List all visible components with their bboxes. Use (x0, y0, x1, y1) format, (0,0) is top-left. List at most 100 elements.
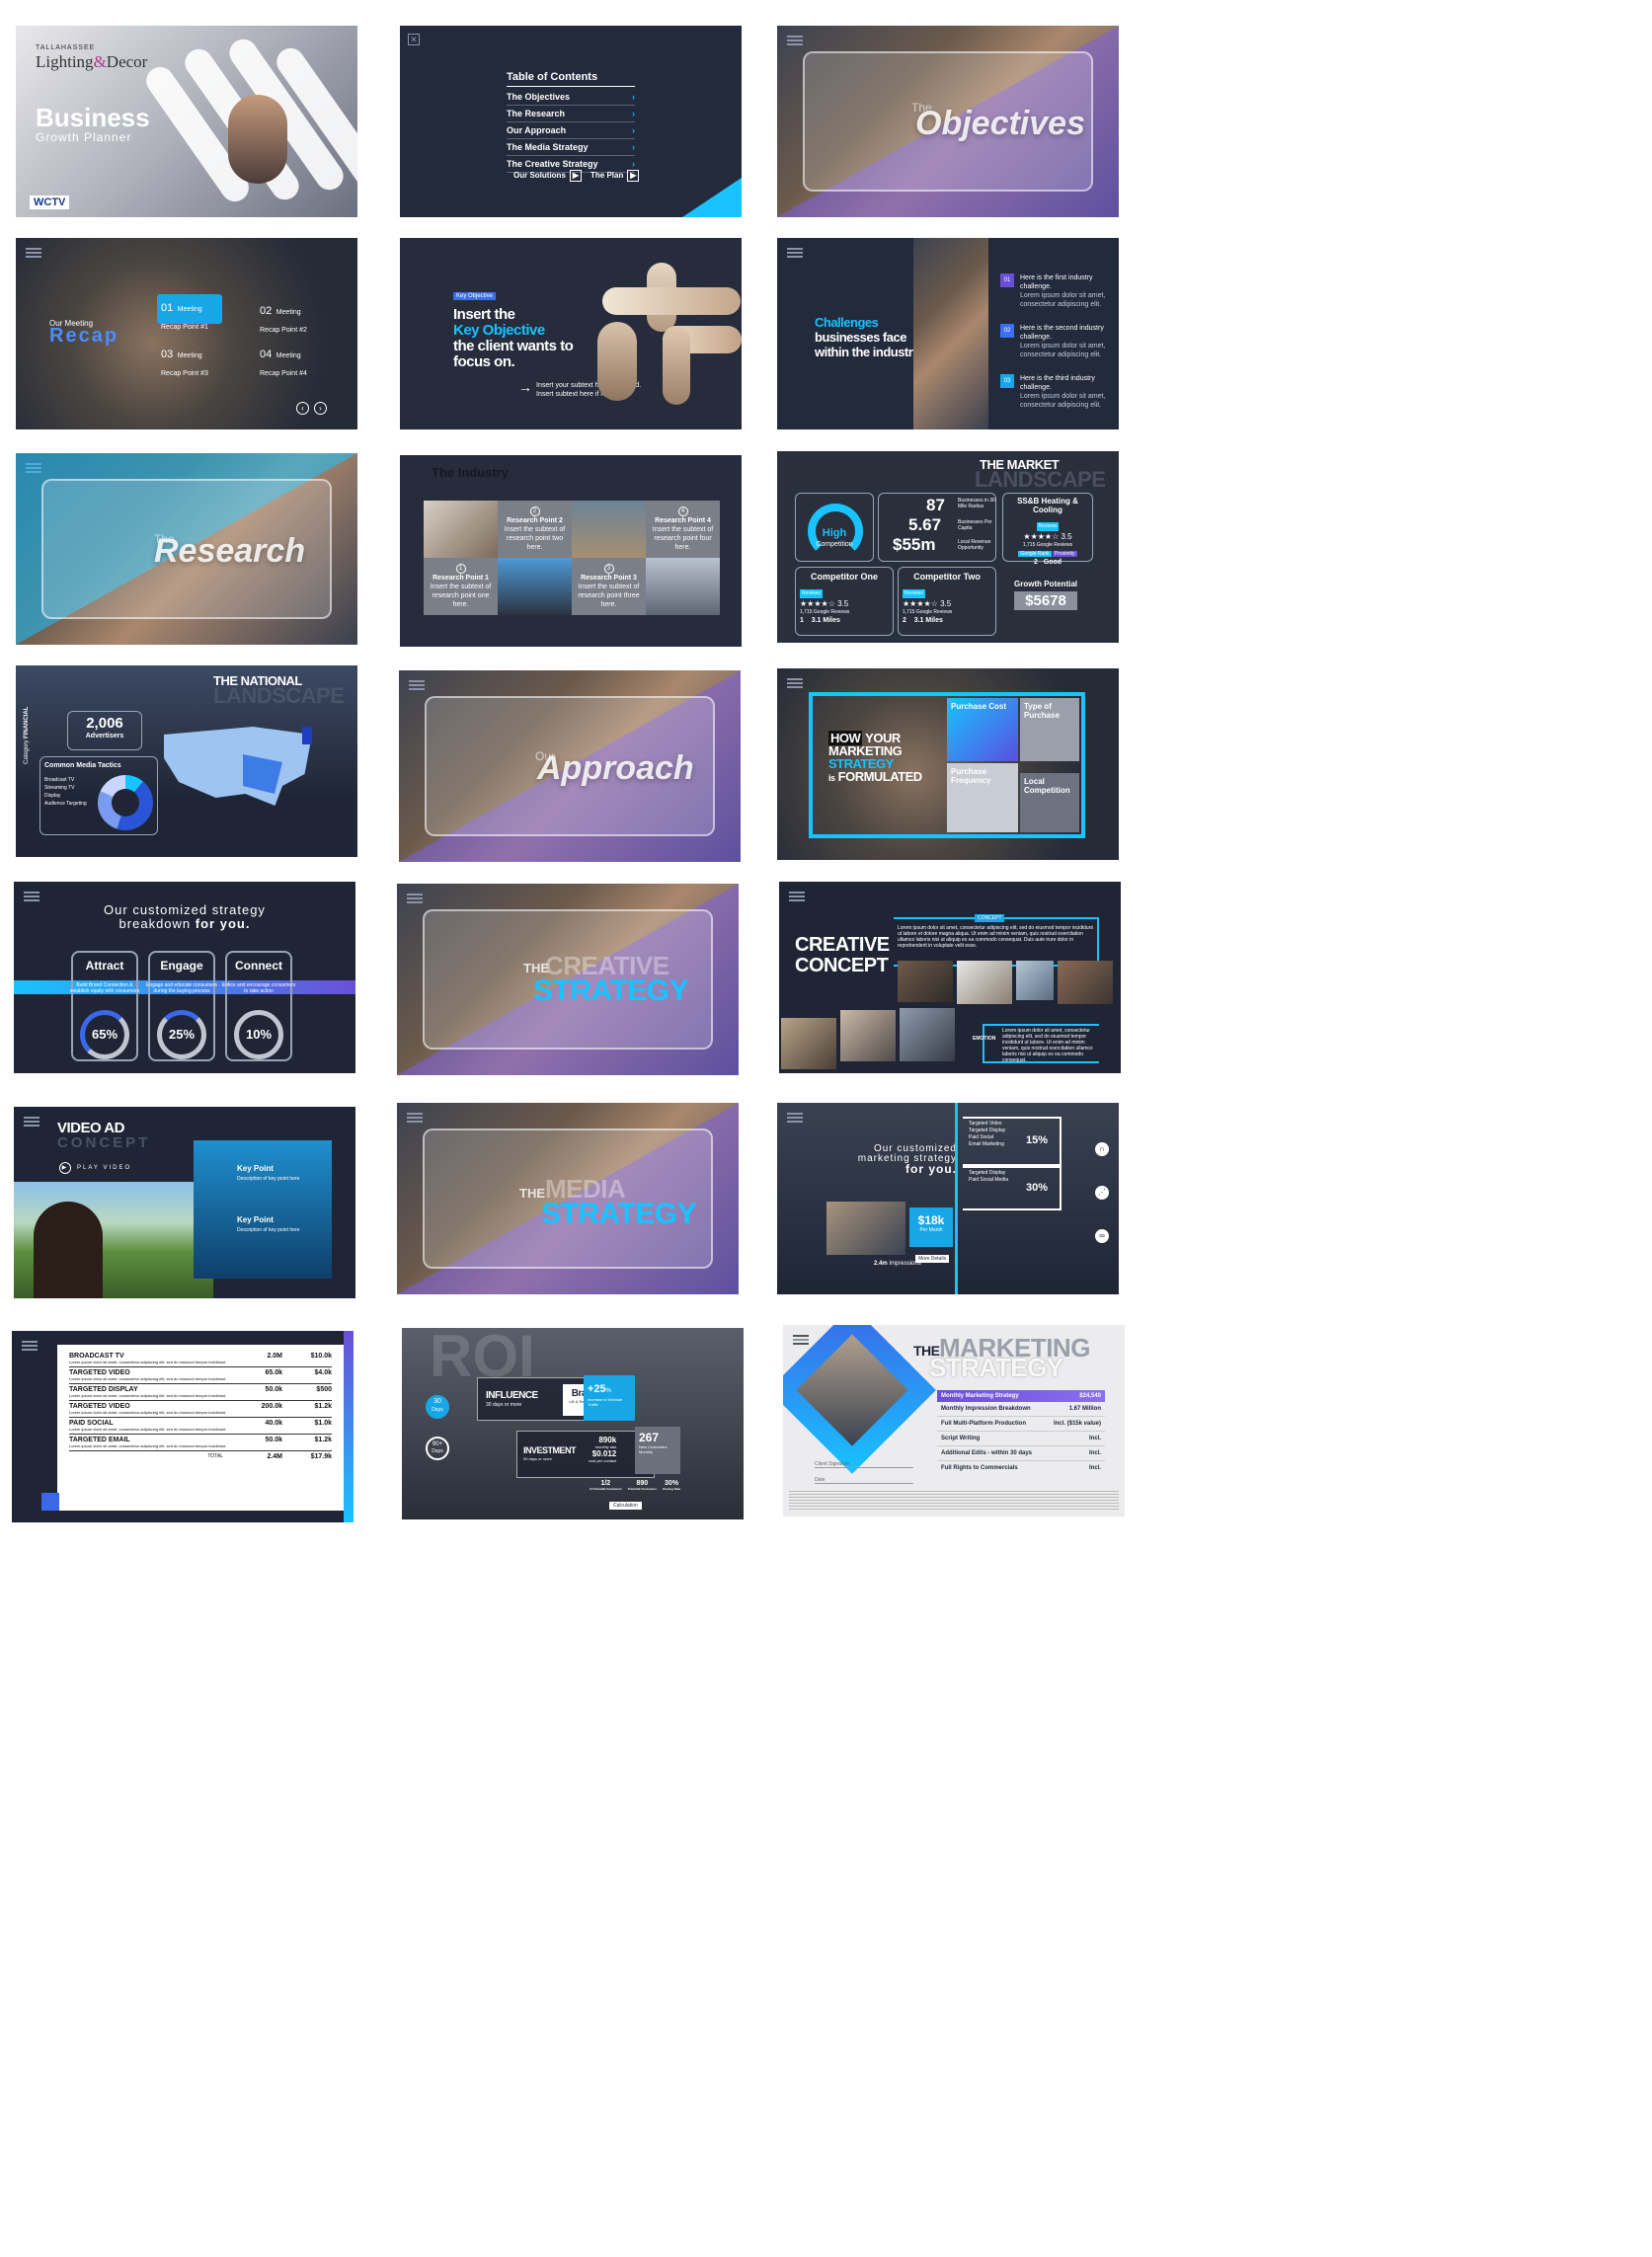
chevron-right-icon: › (632, 159, 635, 169)
next-arrow-icon[interactable]: › (314, 402, 327, 415)
calculation-button[interactable]: Calculation (609, 1502, 642, 1510)
slide-2-toc[interactable]: ✕ Table of Contents The Objectives › The … (400, 26, 742, 217)
menu-icon[interactable] (22, 1341, 38, 1351)
challenge-item-2: 02 Here is the second industry challenge… (1000, 324, 1109, 359)
calc-row: 1/2% Potential Customers 890 Potential Cu… (590, 1480, 681, 1491)
key-objective-tag: Key Objective (453, 292, 497, 300)
arrow-right-icon: → (518, 379, 532, 395)
connect-card: Connect Entice and encourage consumers t… (222, 951, 295, 1061)
slide-14-creative-strategy[interactable]: THE CREATIVE STRATEGY (397, 884, 739, 1075)
research-photo (572, 501, 646, 558)
slide-6-challenges[interactable]: Challenges businesses face within the in… (777, 238, 1119, 429)
recap-point-4[interactable]: 04 Meeting Recap Point #4 (256, 341, 325, 384)
challenge-item-3: 03 Here is the third industry challenge.… (1000, 374, 1109, 410)
menu-icon[interactable] (789, 892, 805, 901)
recap-point-3[interactable]: 03 Meeting Recap Point #3 (157, 341, 226, 384)
slide-5-key-objective[interactable]: Key Objective Insert the Key Objective t… (400, 238, 742, 429)
challenges-h2: businesses face (815, 330, 906, 345)
slide-10-national[interactable]: THE NATIONAL LANDSCAPE Category FINANCIA… (16, 665, 357, 857)
competitor-one-card: Competitor One Reviews ★★★★☆ 3.5 1,715 G… (795, 567, 894, 636)
brand-top: TALLAHASSEE (36, 44, 96, 51)
market-title-2: LANDSCAPE (975, 467, 1106, 492)
play-icon: ▶ (59, 1162, 71, 1174)
our-solutions-button[interactable]: Our Solutions ▶ (513, 170, 582, 182)
slide-12-formulated[interactable]: HOW YOUR MARKETING STRATEGY is FORMULATE… (777, 668, 1119, 860)
menu-icon[interactable] (787, 678, 803, 688)
slide-1-cover[interactable]: TALLAHASSEE Lighting&Decor Business Grow… (16, 26, 357, 217)
slide-7-research[interactable]: The Research (16, 453, 357, 645)
chain-icon[interactable]: ∞ (1095, 1229, 1109, 1243)
national-title-2: LANDSCAPE (213, 683, 345, 708)
link-icon[interactable]: ∩ (1095, 1142, 1109, 1156)
challenges-h3: within the industry. (815, 345, 922, 359)
toc-item[interactable]: The Research › (507, 106, 635, 122)
slide-16-video-ad[interactable]: VIDEO AD CONCEPT ▶ PLAY VIDEO Key Point D… (14, 1107, 355, 1298)
menu-icon[interactable] (787, 248, 803, 258)
purchase-freq-tile: Purchase Frequency (947, 763, 1018, 832)
industry-title: The Industry (432, 465, 510, 480)
research-photo (498, 558, 572, 615)
table-total-row: TOTAL 2.4M $17.9k (207, 1453, 332, 1460)
recap-point-2[interactable]: 02 Meeting Recap Point #2 (256, 297, 325, 341)
slide-20-roi[interactable]: ROI 30 Days 90+ Days INFLUENCE 30 days or … (402, 1328, 744, 1519)
research-point-2: 2 Research Point 2 Insert the subtext of… (498, 501, 572, 558)
date-line[interactable]: Date (815, 1477, 913, 1484)
menu-icon[interactable] (26, 248, 41, 258)
research-photo (646, 558, 720, 615)
slide-11-approach[interactable]: Our Approach (399, 670, 741, 862)
competitor-card: SS&B Heating & Cooling Reviews ★★★★☆ 3.5… (1002, 493, 1093, 566)
toc-item[interactable]: The Media Strategy › (507, 139, 635, 156)
brand-end: Decor (106, 52, 148, 71)
slide-18-marketing-for-you[interactable]: Our customized marketing strategy for yo… (777, 1103, 1119, 1294)
day-30-badge: 30 Days (426, 1395, 449, 1419)
play-video-button[interactable]: ▶ PLAY VIDEO (59, 1162, 131, 1174)
engage-card: Engage Engage and educate consumers duri… (146, 951, 217, 1061)
chevron-right-icon: › (632, 142, 635, 152)
toc-item[interactable]: Our Approach › (507, 122, 635, 139)
slide-15-creative-concept[interactable]: CREATIVE CONCEPT CONCEPT Lorem ipsum dol… (779, 882, 1121, 1073)
more-details-button[interactable]: More Details (915, 1255, 950, 1263)
video-thumbnail[interactable] (14, 1182, 213, 1298)
day-90-badge: 90+ Days (426, 1437, 449, 1460)
tactics-donut (98, 775, 153, 830)
group-2: Targeted Display Paid Social Media 30% (963, 1166, 1062, 1210)
slide-19-media-table[interactable]: BROADCAST TV Lorem ipsum dolor sit amet, … (12, 1331, 354, 1522)
price-badge: $18k Per Month (909, 1207, 953, 1247)
challenge-item-1: 01 Here is the first industry challenge.… (1000, 273, 1109, 309)
prev-arrow-icon[interactable]: ‹ (296, 402, 309, 415)
tactics-card: Common Media Tactics Broadcast TV Stream… (39, 756, 158, 835)
research-point-4: 4 Research Point 4 Insert the subtext of… (646, 501, 720, 558)
challenges-photo (913, 238, 988, 429)
slide-8-industry[interactable]: The Industry 2 Research Point 2 Insert t… (400, 455, 742, 647)
table-row: TARGETED VIDEO Lorem ipsum dolor sit amet… (69, 1367, 332, 1384)
section-title: Approach (537, 749, 694, 787)
chevron-right-icon: › (632, 125, 635, 135)
slide-9-market[interactable]: THE MARKET LANDSCAPE High Competition 87… (777, 451, 1119, 643)
slide-4-recap[interactable]: Our Meeting Recap 01 Meeting Recap Point… (16, 238, 357, 429)
share-icon[interactable]: ⋰ (1095, 1186, 1109, 1200)
slide-17-media-strategy[interactable]: THE MEDIA STRATEGY (397, 1103, 739, 1294)
slide-3-objectives[interactable]: The Objectives (777, 26, 1119, 217)
slide-13-breakdown[interactable]: Our customized strategy breakdown for yo… (14, 882, 355, 1073)
section-title: Research (154, 532, 306, 570)
menu-icon[interactable] (24, 892, 39, 901)
the-plan-button[interactable]: The Plan ▶ (590, 170, 640, 182)
slide-21-marketing-strategy[interactable]: THE MARKETING STRATEGY Monthly Marketing… (783, 1325, 1125, 1517)
close-icon[interactable]: ✕ (408, 34, 420, 45)
menu-icon[interactable] (24, 1117, 39, 1127)
client-signature-line[interactable]: Client Signature (815, 1461, 913, 1468)
ko-line-1: Insert the (453, 306, 515, 323)
toc-item[interactable]: The Objectives › (507, 89, 635, 106)
menu-icon[interactable] (787, 1113, 803, 1123)
cover-subtitle: Growth Planner (36, 130, 132, 144)
research-point-1: 1 Research Point 1 Insert the subtext of… (424, 558, 498, 615)
pricing-table: Monthly Marketing Strategy $24,540 Monthl… (937, 1390, 1105, 1475)
stats-card: 87 Businesses in 30-Mile Radius 5.67 Bus… (878, 493, 996, 562)
research-photo (424, 501, 498, 558)
gauge-card: High Competition (795, 493, 874, 562)
usa-map (164, 717, 342, 830)
purchase-cost-tile: Purchase Cost (947, 698, 1018, 761)
customers-badge: 267 New Customers Monthly (635, 1427, 680, 1474)
menu-icon[interactable] (793, 1335, 809, 1345)
recap-point-1[interactable]: 01 Meeting Recap Point #1 (157, 294, 222, 331)
